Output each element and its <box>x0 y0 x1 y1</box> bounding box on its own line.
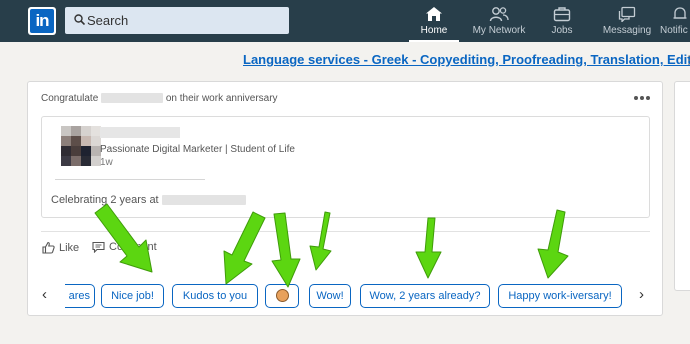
quick-reply-wow-2-years[interactable]: Wow, 2 years already? <box>360 284 490 308</box>
celebration-prefix: Celebrating 2 years at <box>51 194 159 206</box>
nav-notifications[interactable]: Notific <box>660 0 690 42</box>
nav-messaging[interactable]: Messaging <box>599 0 655 42</box>
adjacent-card-edge <box>674 81 690 291</box>
nav-home[interactable]: Home <box>409 0 459 42</box>
comment-button[interactable]: Comment <box>92 241 157 254</box>
card-divider <box>41 231 650 232</box>
like-label: Like <box>59 242 80 254</box>
post-age: 1w <box>100 157 113 168</box>
like-button[interactable]: Like <box>42 241 79 254</box>
linkedin-logo-text: in <box>30 9 54 33</box>
nav-my-network-label: My Network <box>472 25 526 36</box>
card-header-prefix: Congratulate <box>41 93 99 104</box>
quick-reply-chip[interactable]: ares <box>65 284 95 308</box>
ad-overflow-arrow-icon: ⋮ <box>683 53 690 67</box>
quick-reply-kudos[interactable]: Kudos to you <box>172 284 258 308</box>
more-options-icon[interactable] <box>634 96 650 100</box>
card-header: Congratulate on their work anniversary <box>41 93 278 104</box>
applause-emoji-icon <box>275 289 289 302</box>
notifications-icon <box>673 7 687 19</box>
quick-reply-nice-job[interactable]: Nice job! <box>101 284 164 308</box>
nav-messaging-label: Messaging <box>602 25 652 36</box>
messaging-icon <box>618 6 636 22</box>
quick-reply-wow[interactable]: Wow! <box>309 284 351 308</box>
divider <box>55 179 205 180</box>
home-icon <box>426 7 442 21</box>
nav-jobs[interactable]: Jobs <box>542 0 582 42</box>
celebration-text: Celebrating 2 years at <box>51 194 246 206</box>
avatar[interactable] <box>61 126 101 166</box>
quick-reply-emoji[interactable] <box>265 284 299 308</box>
jobs-icon <box>553 7 571 22</box>
search-icon <box>74 14 85 25</box>
work-anniversary-card: Congratulate on their work anniversary P… <box>27 81 663 316</box>
nav-my-network[interactable]: My Network <box>468 0 530 42</box>
global-nav: in Home My Network Jobs <box>0 0 690 42</box>
member-headline: Passionate Digital Marketer | Student of… <box>100 144 295 155</box>
comment-label: Comment <box>109 241 157 253</box>
search-input[interactable] <box>87 10 277 31</box>
comment-icon <box>92 241 105 254</box>
linkedin-logo[interactable]: in <box>28 7 56 35</box>
like-icon <box>42 241 55 254</box>
redacted-company <box>161 195 246 206</box>
sponsored-ad-link[interactable]: Language services - Greek - Copyediting,… <box>243 52 690 67</box>
redacted-member-name[interactable] <box>100 127 180 138</box>
card-header-suffix: on their work anniversary <box>165 93 278 104</box>
redacted-name <box>101 93 164 104</box>
carousel-next-button[interactable]: › <box>639 286 644 303</box>
anniversary-detail-box[interactable]: Passionate Digital Marketer | Student of… <box>41 116 650 218</box>
my-network-icon <box>489 7 509 22</box>
quick-reply-happy-work-iversary[interactable]: Happy work-iversary! <box>498 284 622 308</box>
nav-notifications-label: Notific <box>660 25 688 36</box>
search-box[interactable] <box>65 7 289 34</box>
nav-jobs-label: Jobs <box>551 25 573 36</box>
carousel-prev-button[interactable]: ‹ <box>42 286 47 303</box>
nav-home-label: Home <box>420 25 448 36</box>
